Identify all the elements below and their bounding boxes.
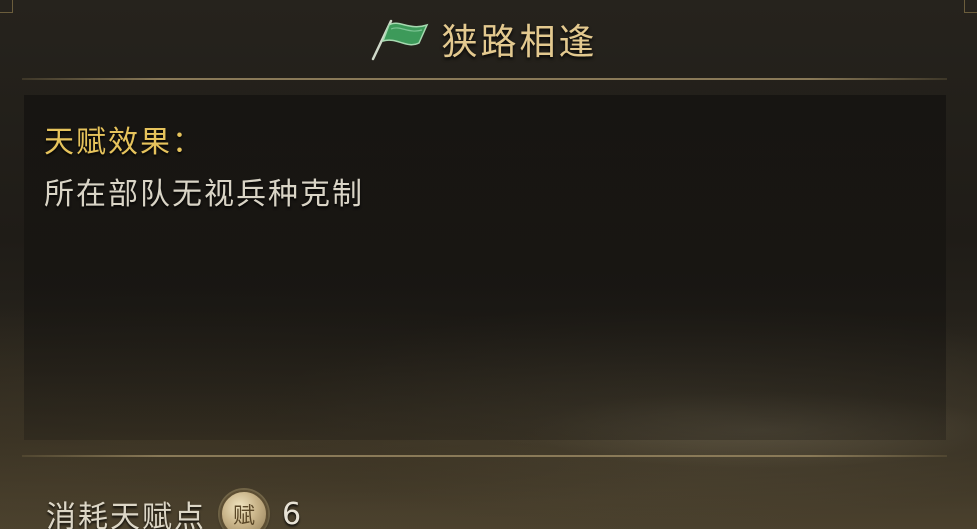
talent-coin-icon: 赋: [220, 490, 268, 529]
coin-glyph: 赋: [232, 504, 255, 529]
effect-content-box: 天赋效果： 所在部队无视兵种克制: [24, 95, 946, 440]
effect-label: 天赋效果：: [44, 125, 204, 160]
green-flag-icon: [369, 17, 431, 61]
talent-title: 狭路相逢: [441, 22, 598, 63]
header-divider: [22, 78, 947, 80]
panel-header: 狭路相逢: [0, 0, 977, 78]
title-group: 狭路相逢: [369, 13, 597, 65]
cost-value: 6: [282, 496, 302, 529]
talent-cost-row: 消耗天赋点 赋 6: [46, 490, 301, 529]
effect-description: 所在部队无视兵种克制: [44, 177, 364, 212]
cost-label: 消耗天赋点: [46, 500, 206, 529]
footer-divider: [22, 455, 947, 457]
talent-detail-panel: 狭路相逢 天赋效果： 所在部队无视兵种克制 消耗天赋点 赋 6: [0, 0, 977, 529]
